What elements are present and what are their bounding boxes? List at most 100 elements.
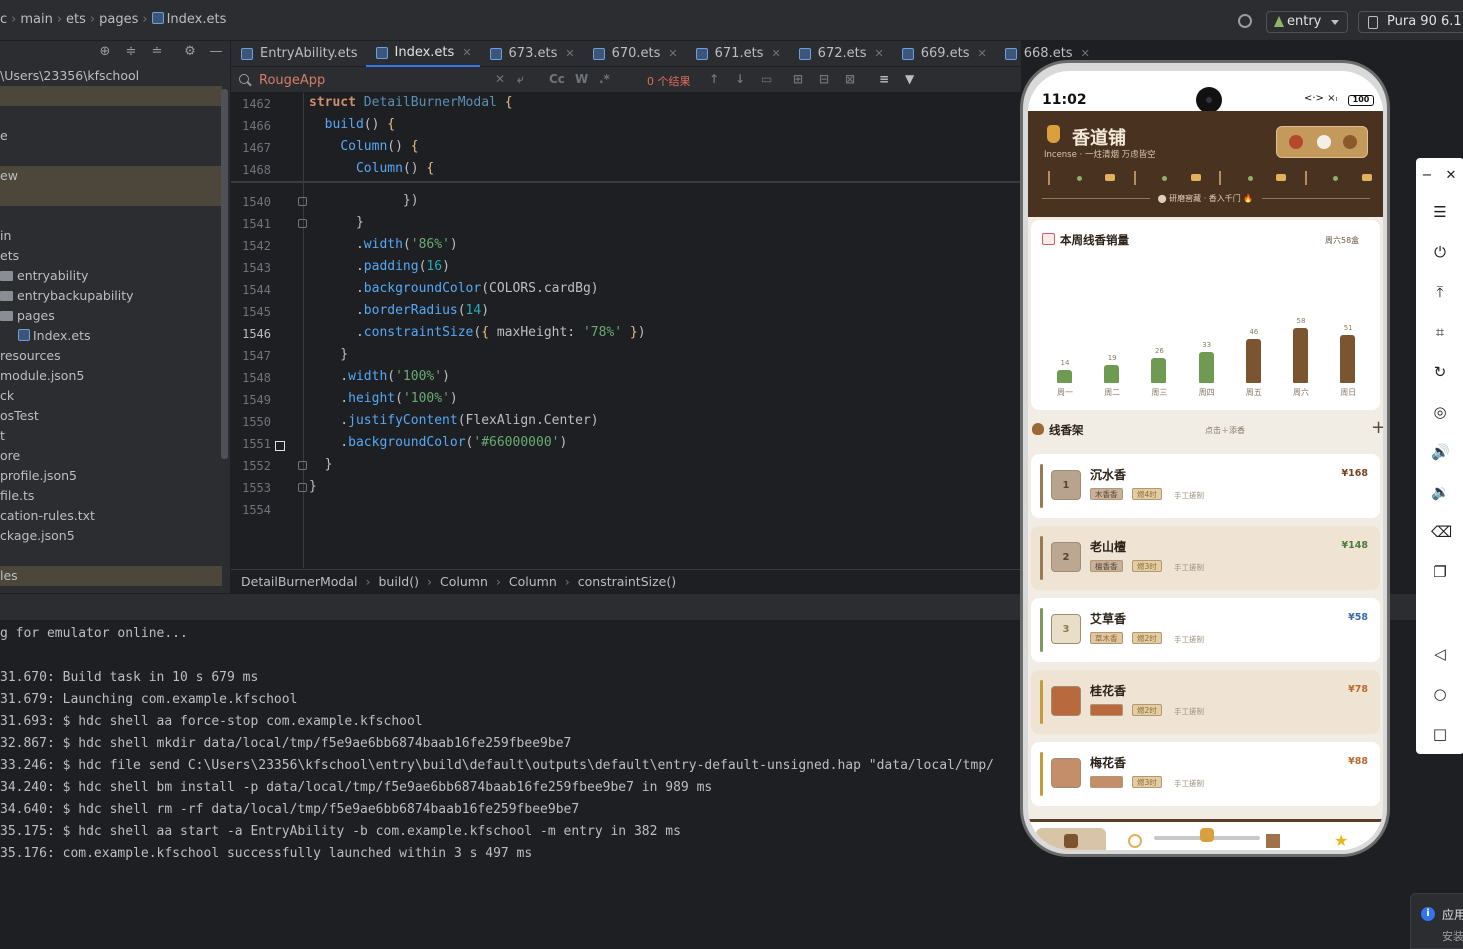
chart-bar[interactable] (1151, 358, 1167, 383)
minimize-icon[interactable]: — (209, 45, 223, 59)
menu-icon[interactable]: ☰ (1431, 203, 1449, 221)
recents-icon[interactable]: □ (1431, 725, 1449, 743)
tree-item[interactable] (0, 106, 222, 126)
new-line-icon[interactable]: ⤶ (517, 72, 524, 87)
tree-item[interactable]: ore (0, 446, 222, 466)
eraser-icon[interactable]: ⌫ (1431, 523, 1452, 541)
tree-item[interactable]: ew (0, 166, 222, 186)
gear-icon[interactable]: ⚙ (183, 45, 197, 59)
close-tab-icon[interactable]: ✕ (462, 41, 471, 65)
notification-balloon[interactable]: i 应用 安装 (1410, 893, 1463, 949)
breadcrumb-item[interactable]: main (20, 12, 52, 27)
back-icon[interactable]: ◁ (1431, 645, 1449, 663)
tree-item[interactable]: profile.json5 (0, 466, 222, 486)
multi-select-icon[interactable]: ▭ (761, 72, 772, 86)
sidebar-scrollbar[interactable] (221, 89, 228, 459)
chart-bar[interactable] (1293, 328, 1308, 383)
close-tab-icon[interactable]: ✕ (565, 42, 574, 66)
volume-up-icon[interactable]: 🔊 (1431, 443, 1450, 461)
editor-breadcrumb-item[interactable]: Column (509, 574, 557, 593)
device-dropdown[interactable]: Pura 90 6.1.1 (1358, 11, 1463, 33)
tab-670-ets[interactable]: 670.ets ✕ (583, 41, 686, 67)
tree-item[interactable]: pages (0, 306, 222, 326)
tree-item[interactable]: les (0, 566, 222, 586)
tree-item[interactable] (0, 86, 222, 106)
tree-item[interactable]: ckage.json5 (0, 526, 222, 546)
tree-item[interactable] (0, 206, 222, 226)
burner-button[interactable] (1276, 126, 1368, 158)
incense-card[interactable]: 2 老山檀 檀香香 燃3时 手工搓制 ¥148 (1031, 526, 1380, 590)
tab-index-ets[interactable]: Index.ets ✕ (365, 41, 480, 67)
tab-urn-icon[interactable] (1200, 828, 1214, 842)
chart-bar[interactable] (1340, 335, 1356, 383)
crop-icon[interactable]: ⌗ (1431, 323, 1449, 341)
volume-down-icon[interactable]: 🔉 (1431, 483, 1450, 501)
tab-entryability-ets[interactable]: EntryAbility.ets (231, 41, 366, 67)
tree-item[interactable]: file.ts (0, 486, 222, 506)
editor-breadcrumb-item[interactable]: constraintSize() (578, 574, 676, 593)
expand-all-icon[interactable]: ≑ (124, 45, 138, 59)
search-input[interactable] (239, 70, 539, 90)
tab-star-icon[interactable]: ★ (1334, 833, 1348, 849)
chart-bar[interactable] (1245, 339, 1261, 383)
regex-icon[interactable]: .* (599, 72, 610, 86)
chart-bar[interactable] (1104, 365, 1120, 383)
tab-671-ets[interactable]: 671.ets ✕ (686, 41, 789, 67)
tree-item[interactable]: osTest (0, 406, 222, 426)
tree-item[interactable] (0, 186, 222, 206)
tree-item[interactable] (0, 546, 222, 566)
editor-breadcrumb-item[interactable]: DetailBurnerModal (241, 574, 358, 593)
screenshot-icon[interactable]: ◎ (1431, 403, 1449, 421)
fold-marker-icon[interactable] (298, 461, 307, 470)
next-occurrence-icon[interactable]: ↓ (735, 72, 745, 86)
previous-occurrence-icon[interactable]: ↑ (709, 72, 719, 86)
tab-box-icon[interactable] (1266, 834, 1280, 848)
tree-item[interactable]: module.json5 (0, 366, 222, 386)
breakpoint-marker[interactable] (275, 441, 285, 451)
tab-shelf[interactable] (1036, 828, 1106, 850)
select-all-occurrences-icon[interactable]: ⊠ (845, 72, 855, 86)
funnel-icon[interactable]: ▼ (905, 72, 914, 86)
close-tab-icon[interactable]: ✕ (978, 42, 987, 66)
code-editor[interactable]: 1462 struct DetailBurnerModal {1466 build… (231, 93, 1021, 568)
whole-words-toggle[interactable]: W (575, 72, 588, 86)
incense-card[interactable]: 4 桂花香 花果香 燃2时 手工搓制 ¥78 (1031, 670, 1380, 734)
breadcrumb-item[interactable]: pages (99, 12, 138, 27)
editor-breadcrumb-item[interactable]: Column (440, 574, 488, 593)
tab-673-ets[interactable]: 673.ets ✕ (480, 41, 583, 67)
locate-icon[interactable]: ⊕ (98, 45, 112, 59)
collapse-all-icon[interactable]: ≐ (150, 45, 164, 59)
run-config-dropdown[interactable]: entry (1266, 11, 1348, 33)
incense-card[interactable]: 1 沉水香 木香香 燃4时 手工搓制 ¥168 (1031, 454, 1380, 518)
tab-669-ets[interactable]: 669.ets ✕ (892, 41, 995, 67)
tree-item[interactable]: entrybackupability (0, 286, 222, 306)
tree-item[interactable]: in (0, 226, 222, 246)
tree-item[interactable]: t (0, 426, 222, 446)
add-occurrence-icon[interactable]: ⊞ (793, 72, 803, 86)
minimize-icon[interactable]: − (1418, 167, 1436, 185)
tab-672-ets[interactable]: 672.ets ✕ (789, 41, 892, 67)
tab-burner-icon[interactable] (1128, 834, 1142, 848)
tree-item[interactable]: entryability (0, 266, 222, 286)
fold-marker-icon[interactable] (298, 483, 307, 492)
fold-marker-icon[interactable] (298, 197, 307, 206)
incense-card[interactable]: 5 梅花香 花果香 燃3时 手工搓制 ¥88 (1031, 742, 1380, 806)
tree-item[interactable]: ck (0, 386, 222, 406)
editor-breadcrumb-item[interactable]: build() (379, 574, 420, 593)
target-icon[interactable] (1238, 14, 1252, 28)
add-incense-button[interactable]: + (1371, 417, 1383, 438)
close-tab-icon[interactable]: ✕ (668, 42, 677, 66)
tree-item[interactable]: \Users\23356\kfschool (0, 66, 222, 86)
breadcrumb-item[interactable]: ets (66, 12, 86, 27)
tree-item[interactable]: ets (0, 246, 222, 266)
tree-item[interactable]: Index.ets (0, 326, 222, 346)
breadcrumb-item[interactable]: c (0, 12, 7, 27)
tree-item[interactable] (0, 146, 222, 166)
remove-occurrence-icon[interactable]: ⊟ (819, 72, 829, 86)
clear-icon[interactable]: ✕ (495, 72, 505, 86)
filter-options-icon[interactable]: ≡ (879, 72, 889, 86)
multi-window-icon[interactable]: ❐ (1431, 563, 1449, 581)
match-case-toggle[interactable]: Cc (549, 72, 565, 86)
device-screen[interactable]: 11:02 <·> ×ₗ 100 香道铺 Incense · 一炷清烟 万虑皆空… (1028, 71, 1383, 850)
home-icon[interactable]: ○ (1431, 685, 1449, 703)
